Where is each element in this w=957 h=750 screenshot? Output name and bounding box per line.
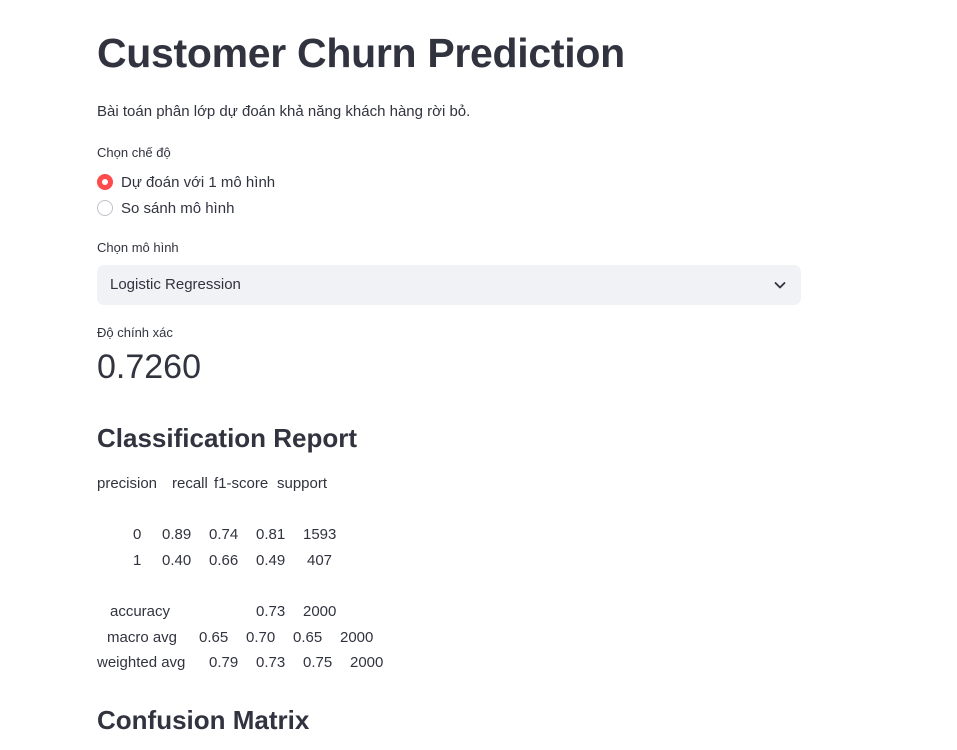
report-cell: 2000 bbox=[303, 603, 337, 620]
report-cell: 0.49 bbox=[256, 552, 286, 569]
report-cell: 1593 bbox=[303, 526, 337, 543]
report-cell: 0.74 bbox=[209, 526, 239, 543]
report-cell: 2000 bbox=[340, 629, 374, 646]
report-cell: 0.79 bbox=[209, 654, 239, 671]
report-cell: 2000 bbox=[350, 654, 384, 671]
report-header-precision: precision bbox=[97, 475, 158, 492]
chevron-down-icon[interactable] bbox=[773, 278, 787, 292]
report-row-label: 1 bbox=[133, 552, 142, 569]
report-cell: 0.73 bbox=[256, 603, 286, 620]
report-cell: 0.66 bbox=[209, 552, 239, 569]
report-cell: 0.65 bbox=[199, 629, 229, 646]
report-header-support: support bbox=[277, 475, 328, 492]
report-cell: 0.65 bbox=[293, 629, 323, 646]
report-cell: 407 bbox=[307, 552, 333, 569]
report-row-label: weighted avg bbox=[97, 654, 186, 671]
report-cell: 0.75 bbox=[303, 654, 333, 671]
confusion-matrix-heading: Confusion Matrix bbox=[97, 705, 310, 735]
report-cell: 0.40 bbox=[162, 552, 192, 569]
report-cell: 0.81 bbox=[256, 526, 286, 543]
report-row-label: macro avg bbox=[107, 629, 178, 646]
report-cell: 0.73 bbox=[256, 654, 286, 671]
report-row-label: accuracy bbox=[110, 603, 171, 620]
report-row-label: 0 bbox=[133, 526, 142, 543]
classification-report: precision recall f1-score support 0 0.89… bbox=[97, 0, 497, 750]
report-header-f1: f1-score bbox=[214, 475, 269, 492]
report-cell: 0.89 bbox=[162, 526, 192, 543]
report-header-recall: recall bbox=[172, 475, 208, 492]
report-cell: 0.70 bbox=[246, 629, 276, 646]
